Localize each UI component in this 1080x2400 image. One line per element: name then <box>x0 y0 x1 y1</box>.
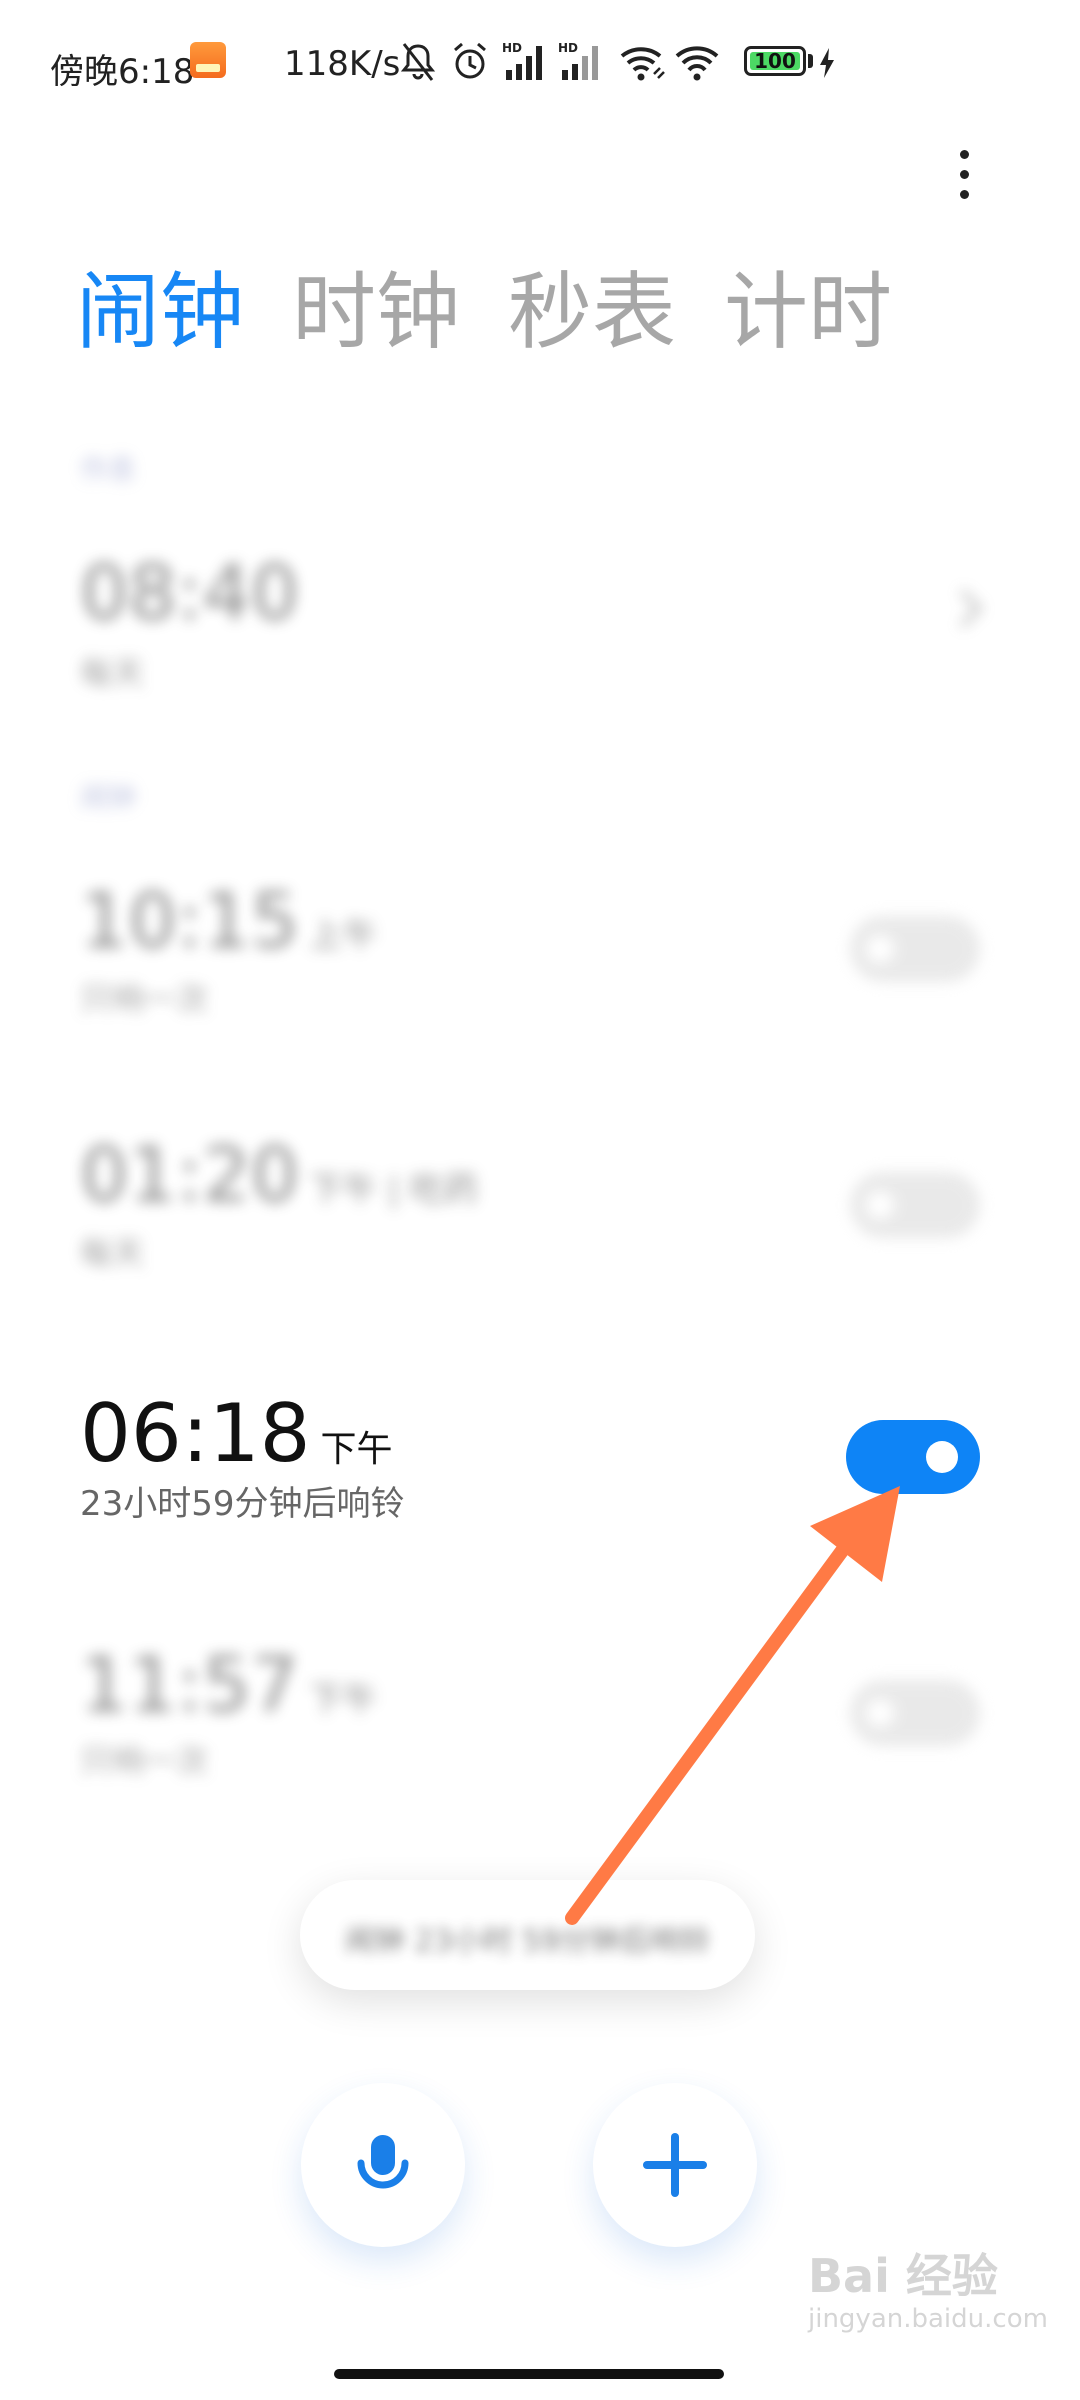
chevron-right-icon[interactable] <box>944 589 983 628</box>
section-label-routine: 作息 <box>80 453 137 486</box>
microphone-icon <box>357 2135 409 2189</box>
watermark-logo: Bai 经验 <box>808 2249 998 2303</box>
focused-alarm-countdown: 23小时59分钟后响铃 <box>80 1484 405 1524</box>
more-vertical-icon <box>960 150 969 159</box>
toast-text: 闹钟 23小时 59分钟后响铃 <box>344 1924 711 1959</box>
tab-alarm[interactable]: 闹钟 <box>76 262 244 362</box>
battery-level: 100 <box>754 49 796 73</box>
focused-alarm-toggle[interactable] <box>846 1420 980 1494</box>
wifi-link-icon <box>620 47 665 81</box>
svg-text:HD: HD <box>502 41 522 55</box>
voice-alarm-button[interactable] <box>301 2083 465 2247</box>
status-bar: 傍晚6:18 118K/s HD HD 100 <box>0 0 1080 120</box>
alarm-repeat: 只响一次 <box>80 1742 209 1780</box>
focused-alarm-ampm: 下午 <box>320 1429 393 1470</box>
alarm-toggle[interactable] <box>850 916 980 982</box>
wifi-icon <box>675 46 719 81</box>
alarm-repeat: 每天 <box>80 654 145 692</box>
tab-clock[interactable]: 时钟 <box>292 262 460 362</box>
charging-icon <box>820 48 834 78</box>
plus-icon <box>643 2133 707 2197</box>
alarm-toggle[interactable] <box>850 1680 980 1746</box>
home-indicator[interactable] <box>334 2369 724 2379</box>
svg-text:HD: HD <box>558 41 578 55</box>
alarm-time: 08:40 <box>80 548 300 637</box>
taobao-app-icon <box>190 42 226 78</box>
alarm-clock-icon <box>454 42 486 79</box>
mute-icon <box>400 43 436 81</box>
network-speed: 118K/s <box>284 44 401 84</box>
alarm-time: 01:20 下午 | 吃药 <box>80 1130 479 1219</box>
alarm-time: 11:57 下午 <box>80 1640 378 1729</box>
section-label-alarm: 闹钟 <box>80 781 137 814</box>
alarm-repeat: 只响一次 <box>80 980 209 1018</box>
signal-hd-icon-2: HD <box>558 41 598 80</box>
status-time: 傍晚6:18 <box>50 52 195 92</box>
more-menu-button[interactable] <box>946 146 982 202</box>
tab-stopwatch[interactable]: 秒表 <box>508 262 676 362</box>
toast: 闹钟 23小时 59分钟后响铃 <box>300 1880 755 1990</box>
alarm-time: 10:15 上午 <box>80 876 378 965</box>
alarm-toggle[interactable] <box>850 1172 980 1238</box>
alarm-repeat: 每天 <box>80 1234 145 1272</box>
signal-hd-icon: HD <box>502 41 542 80</box>
tab-timer[interactable]: 计时 <box>724 262 892 362</box>
baidu-watermark: Bai 经验 jingyan.baidu.com <box>808 2240 1058 2360</box>
watermark-url: jingyan.baidu.com <box>808 2304 1048 2334</box>
battery-icon: 100 <box>744 46 806 76</box>
add-alarm-button[interactable] <box>593 2083 757 2247</box>
